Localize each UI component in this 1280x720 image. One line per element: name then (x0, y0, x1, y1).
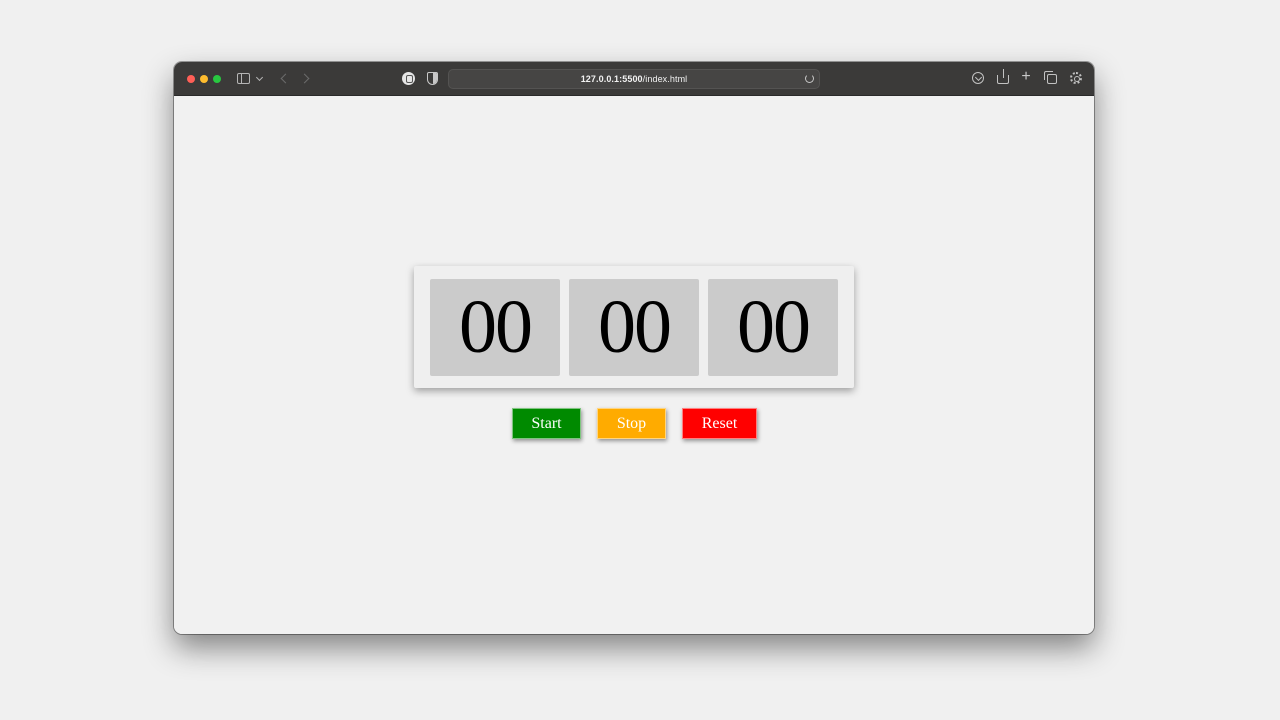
zoom-window-icon[interactable] (213, 75, 221, 83)
browser-window: 127.0.0.1:5500/index.html + 00 00 00 Sta… (174, 62, 1094, 634)
page-content: 00 00 00 Start Stop Reset (174, 96, 1094, 634)
minutes-display: 00 (569, 279, 699, 376)
sidebar-icon[interactable] (237, 73, 250, 84)
privacy-report-icon[interactable] (402, 72, 415, 85)
minimize-window-icon[interactable] (200, 75, 208, 83)
shield-icon[interactable] (427, 72, 438, 85)
forward-icon[interactable] (299, 73, 310, 84)
url-path: /index.html (642, 74, 688, 84)
seconds-display: 00 (708, 279, 838, 376)
new-tab-icon[interactable]: + (1020, 69, 1032, 85)
stop-button[interactable]: Stop (597, 408, 666, 439)
share-icon[interactable] (997, 69, 1009, 84)
tab-overview-icon[interactable] (1044, 71, 1057, 84)
download-icon[interactable] (972, 72, 984, 84)
stopwatch-display: 00 00 00 (414, 266, 854, 388)
reload-icon[interactable] (805, 74, 814, 83)
chevron-down-icon[interactable] (255, 73, 264, 82)
address-bar[interactable]: 127.0.0.1:5500/index.html (448, 69, 820, 89)
hours-display: 00 (430, 279, 560, 376)
browser-toolbar: 127.0.0.1:5500/index.html + (174, 62, 1094, 96)
reset-button[interactable]: Reset (682, 408, 757, 439)
close-window-icon[interactable] (187, 75, 195, 83)
url-text: 127.0.0.1:5500/index.html (581, 74, 688, 84)
url-host: 127.0.0.1:5500 (580, 74, 643, 84)
start-button[interactable]: Start (512, 408, 581, 439)
settings-icon[interactable] (1070, 72, 1082, 84)
back-icon[interactable] (280, 73, 291, 84)
